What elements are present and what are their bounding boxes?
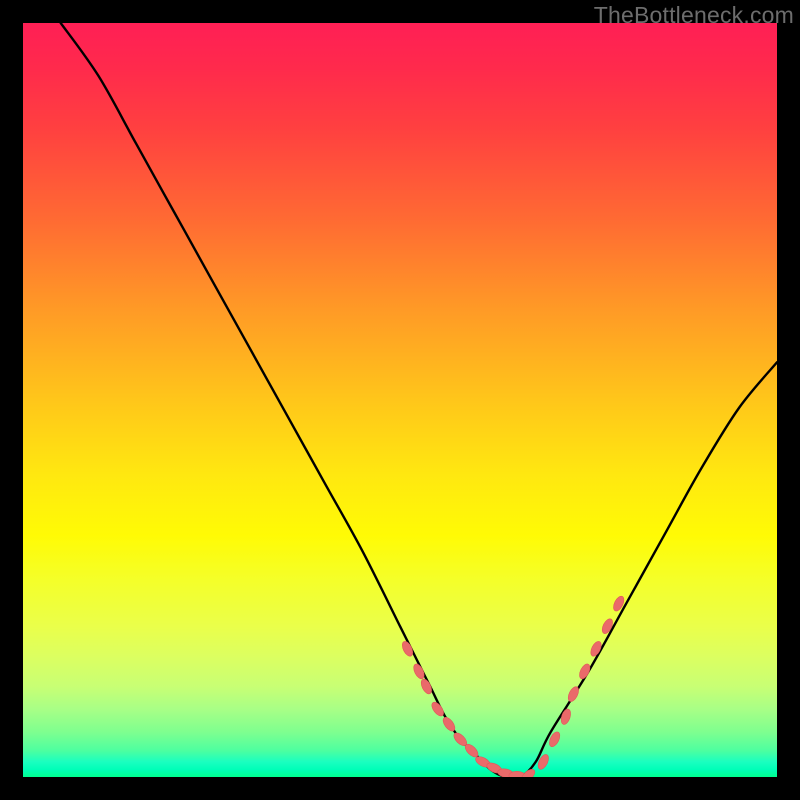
- highlight-marker: [519, 767, 537, 777]
- highlight-marker: [430, 700, 446, 718]
- highlight-marker: [452, 731, 469, 748]
- bottleneck-curve-path: [61, 23, 777, 777]
- highlight-marker: [547, 730, 562, 748]
- highlight-marker: [559, 708, 572, 726]
- chart-frame: TheBottleneck.com: [0, 0, 800, 800]
- highlight-marker: [419, 677, 434, 695]
- bottleneck-curve-svg: [23, 23, 777, 777]
- highlight-marker: [611, 595, 626, 613]
- highlight-marker: [463, 742, 480, 759]
- highlight-marker: [509, 771, 525, 777]
- highlight-marker: [600, 617, 615, 635]
- highlight-marker: [441, 715, 457, 733]
- highlight-markers: [400, 595, 626, 777]
- highlight-marker: [485, 761, 503, 775]
- highlight-marker: [577, 662, 592, 680]
- watermark-text: TheBottleneck.com: [594, 2, 794, 29]
- highlight-marker: [474, 754, 492, 769]
- highlight-marker: [589, 640, 604, 658]
- highlight-marker: [400, 640, 415, 658]
- chart-plot-area: [23, 23, 777, 777]
- highlight-marker: [536, 753, 551, 771]
- highlight-marker: [412, 662, 427, 680]
- highlight-marker: [566, 685, 581, 703]
- highlight-marker: [497, 768, 514, 777]
